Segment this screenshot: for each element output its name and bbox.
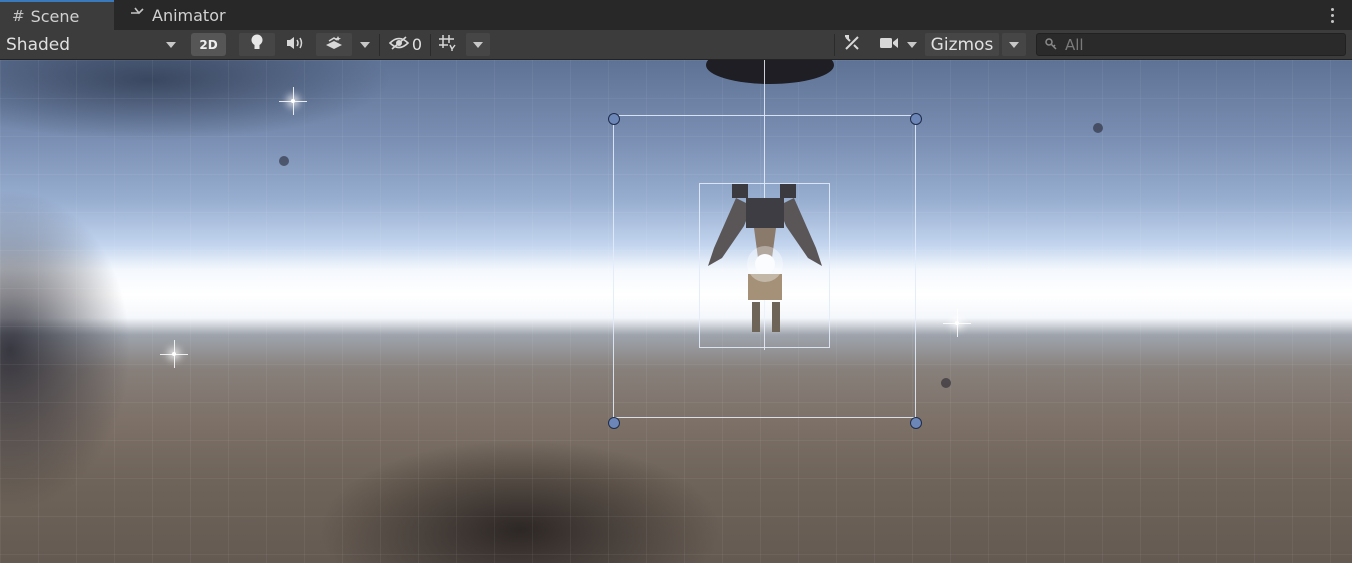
effects-dropdown[interactable]	[354, 30, 376, 59]
camera-settings-button[interactable]	[874, 30, 904, 59]
toggle-2d-button[interactable]: 2D	[191, 33, 226, 56]
camera-icon	[879, 35, 899, 54]
background-speck	[279, 156, 289, 166]
chevron-down-icon	[907, 41, 917, 48]
search-placeholder: All	[1065, 35, 1084, 54]
camera-dropdown[interactable]	[904, 30, 920, 59]
grid-icon: #	[12, 7, 25, 25]
resize-handle-bottom-right[interactable]	[910, 417, 922, 429]
gizmos-button[interactable]: Gizmos	[925, 33, 999, 56]
lighting-toggle-button[interactable]	[239, 33, 275, 56]
chevron-down-icon	[1009, 41, 1019, 48]
chevron-down-icon	[473, 41, 483, 48]
hidden-count: 0	[411, 35, 423, 54]
spaceship-sprite[interactable]	[700, 178, 830, 348]
draw-mode-dropdown[interactable]: Shaded	[0, 30, 184, 59]
effects-toggle-button[interactable]	[316, 33, 352, 56]
tab-bar: # Scene Animator	[0, 0, 1352, 30]
star-sprite	[279, 87, 307, 115]
tools-toggle-button[interactable]	[836, 30, 868, 59]
tools-icon	[843, 34, 861, 56]
grid-snap-icon	[438, 34, 458, 56]
gizmos-dropdown[interactable]	[1002, 33, 1026, 56]
resize-handle-top-right[interactable]	[910, 113, 922, 125]
layers-icon	[324, 35, 344, 55]
resize-handle-top-left[interactable]	[608, 113, 620, 125]
eye-hidden-icon	[388, 35, 410, 55]
scene-search-field[interactable]: All	[1036, 33, 1346, 56]
resize-handle-bottom-left[interactable]	[608, 417, 620, 429]
more-options-icon[interactable]	[1324, 4, 1340, 26]
chevron-down-icon	[360, 41, 370, 48]
tab-scene[interactable]: # Scene	[0, 0, 114, 30]
animator-icon	[130, 6, 146, 24]
speaker-icon	[285, 35, 305, 55]
grid-options-dropdown[interactable]	[466, 33, 490, 56]
tab-animator[interactable]: Animator	[118, 0, 248, 30]
background-speck	[1093, 123, 1103, 133]
audio-toggle-button[interactable]	[278, 30, 312, 59]
tab-scene-label: Scene	[30, 6, 80, 26]
chevron-down-icon	[166, 41, 176, 48]
star-sprite	[160, 340, 188, 368]
tab-animator-label: Animator	[152, 5, 226, 25]
draw-mode-label: Shaded	[6, 34, 71, 55]
scene-toolbar: Shaded 2D 0 Gizmos All	[0, 30, 1352, 60]
search-icon	[1045, 36, 1065, 54]
lightbulb-icon	[250, 34, 264, 55]
star-sprite	[943, 309, 971, 337]
background-speck	[941, 378, 951, 388]
scene-viewport[interactable]	[0, 60, 1352, 563]
hidden-objects-toggle[interactable]: 0	[382, 30, 428, 59]
grid-snapping-toggle[interactable]	[432, 30, 464, 59]
